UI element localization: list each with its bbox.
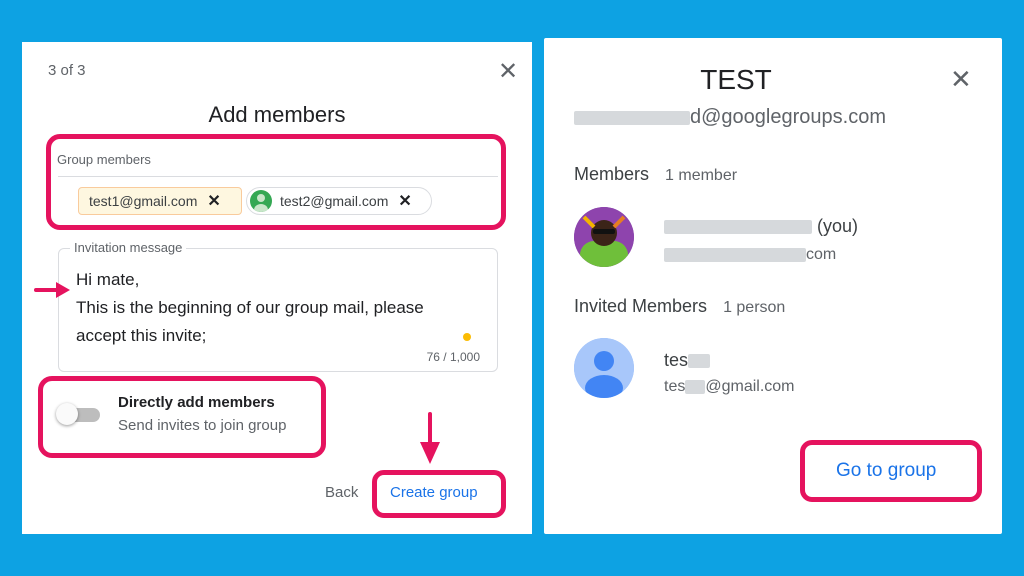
member-name: (you) <box>664 216 858 237</box>
group-email-text: d@googlegroups.com <box>690 106 886 128</box>
toggle-knob <box>56 403 78 425</box>
chip-email: test2@gmail.com <box>280 193 389 209</box>
invited-name-text: tes <box>664 350 689 370</box>
invited-email-text: @gmail.com <box>705 378 795 395</box>
members-highlight <box>46 134 506 230</box>
toggle-title: Directly add members <box>118 394 275 411</box>
close-icon[interactable]: ✕ <box>498 60 518 84</box>
invited-section-header: Invited Members 1 person <box>574 296 785 317</box>
chip-email: test1@gmail.com <box>89 193 198 209</box>
add-members-dialog: 3 of 3 ✕ Add members Group members test1… <box>22 42 532 534</box>
create-group-button[interactable]: Create group <box>390 484 478 501</box>
redacted-text <box>574 110 690 125</box>
invited-avatar <box>574 338 634 398</box>
remove-chip-icon[interactable]: ✕ <box>207 191 220 211</box>
group-title: TEST <box>700 64 772 95</box>
step-indicator: 3 of 3 <box>48 62 86 79</box>
char-counter: 76 / 1,000 <box>426 350 480 364</box>
message-line: Hi mate, <box>76 270 140 289</box>
person-icon <box>574 338 634 398</box>
invitation-message-text[interactable]: Hi mate, This is the beginning of our gr… <box>76 266 486 350</box>
invited-name: tes <box>664 350 711 371</box>
member-email: com <box>664 246 836 264</box>
invited-count: 1 person <box>723 299 786 316</box>
member-avatar-image <box>574 207 634 267</box>
avatar-icon <box>250 190 272 212</box>
close-icon[interactable]: ✕ <box>950 66 972 92</box>
group-created-dialog: TEST ✕ d@googlegroups.com Members 1 membe… <box>544 38 1002 534</box>
member-chip[interactable]: test2@gmail.com ✕ <box>246 187 432 215</box>
invited-heading: Invited Members <box>574 296 708 316</box>
redacted-text <box>664 220 812 235</box>
redacted-text <box>688 354 711 369</box>
group-email: d@googlegroups.com <box>574 106 886 129</box>
invited-email: tes @gmail.com <box>664 378 795 395</box>
message-line: accept this invite; <box>76 326 207 345</box>
member-name-text: (you) <box>817 216 859 236</box>
members-field-divider <box>58 176 498 177</box>
member-email-text: com <box>806 246 837 263</box>
dialog-title: Add members <box>208 102 346 127</box>
message-line: This is the beginning of our group mail,… <box>76 298 424 317</box>
grammar-dot-icon <box>463 333 471 341</box>
go-to-group-button[interactable]: Go to group <box>836 460 936 482</box>
invitation-message-label: Invitation message <box>70 240 187 255</box>
members-section-header: Members 1 member <box>574 164 737 185</box>
directly-add-toggle[interactable] <box>56 403 100 425</box>
group-members-label: Group members <box>53 152 155 167</box>
redacted-text <box>685 379 706 394</box>
remove-chip-icon[interactable]: ✕ <box>398 191 411 211</box>
back-button[interactable]: Back <box>325 484 358 501</box>
toggle-subtitle: Send invites to join group <box>118 417 287 434</box>
member-avatar <box>574 207 634 267</box>
members-count: 1 member <box>665 167 738 184</box>
member-chip[interactable]: test1@gmail.com ✕ <box>78 187 242 215</box>
members-heading: Members <box>574 164 650 184</box>
redacted-text <box>664 247 806 262</box>
